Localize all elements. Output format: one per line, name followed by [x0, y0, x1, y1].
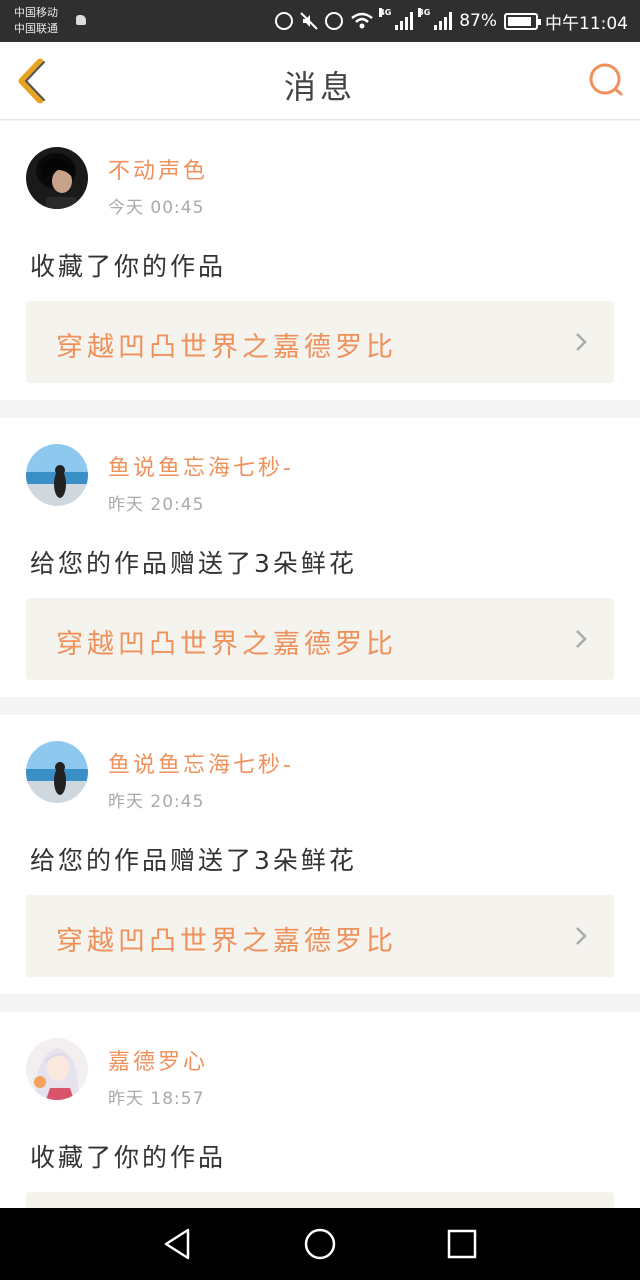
page-title: 消息	[283, 68, 356, 106]
signal-3g-icon: 3G	[418, 8, 453, 30]
work-title: 穿越凹凸世界之嘉德罗比	[56, 926, 397, 957]
username[interactable]: 不动声色	[108, 153, 208, 185]
recents-square-icon[interactable]	[444, 1226, 480, 1262]
username[interactable]: 鱼说鱼忘海七秒-	[108, 747, 294, 779]
message-text: 给您的作品赠送了3朵鲜花	[30, 549, 357, 578]
hand-icon	[76, 15, 86, 25]
timestamp: 昨天 20:45	[108, 792, 205, 812]
message-card: 鱼说鱼忘海七秒- 昨天 20:45 给您的作品赠送了3朵鲜花 穿越凹凸世界之嘉德…	[0, 715, 640, 994]
battery-percent: 87%	[459, 11, 497, 31]
search-icon[interactable]	[586, 60, 626, 100]
avatar[interactable]	[26, 1038, 88, 1100]
home-circle-icon[interactable]	[302, 1226, 338, 1262]
username[interactable]: 鱼说鱼忘海七秒-	[108, 450, 294, 482]
clock: 中午11:04	[545, 13, 628, 34]
timestamp: 昨天 20:45	[108, 495, 205, 515]
work-link[interactable]: 穿越凹凸世界之嘉德罗比	[26, 598, 614, 680]
header: 消息	[0, 42, 640, 120]
network-label-2: 3G	[418, 8, 431, 17]
message-text: 收藏了你的作品	[30, 1143, 227, 1172]
avatar[interactable]	[26, 741, 88, 803]
avatar[interactable]	[26, 444, 88, 506]
message-card: 鱼说鱼忘海七秒- 昨天 20:45 给您的作品赠送了3朵鲜花 穿越凹凸世界之嘉德…	[0, 418, 640, 697]
system-nav-bar	[0, 1208, 640, 1280]
message-text: 收藏了你的作品	[30, 252, 227, 281]
message-list: 不动声色 今天 00:45 收藏了你的作品 穿越凹凸世界之嘉德罗比 鱼说鱼忘海七…	[0, 121, 640, 1280]
data-saver-icon	[275, 12, 294, 30]
battery-icon	[504, 12, 541, 30]
back-triangle-icon[interactable]	[160, 1226, 196, 1262]
signal-4g-icon: 4G	[379, 8, 414, 30]
message-card: 不动声色 今天 00:45 收藏了你的作品 穿越凹凸世界之嘉德罗比	[0, 121, 640, 400]
avatar[interactable]	[26, 147, 88, 209]
alarm-icon	[325, 12, 344, 30]
network-label-1: 4G	[379, 8, 392, 17]
timestamp: 昨天 18:57	[108, 1089, 205, 1109]
status-bar: 中国移动 中国联通 4G 3G 87% 中午11:04	[0, 0, 640, 42]
chevron-right-icon	[576, 630, 587, 648]
carrier-info: 中国移动 中国联通	[14, 5, 58, 37]
carrier-1: 中国移动	[14, 6, 58, 19]
chevron-right-icon	[576, 333, 587, 351]
work-link[interactable]: 穿越凹凸世界之嘉德罗比	[26, 895, 614, 977]
chevron-right-icon	[576, 927, 587, 945]
work-link[interactable]: 穿越凹凸世界之嘉德罗比	[26, 301, 614, 383]
mute-icon	[300, 12, 318, 30]
message-text: 给您的作品赠送了3朵鲜花	[30, 846, 357, 875]
work-title: 穿越凹凸世界之嘉德罗比	[56, 629, 397, 660]
timestamp: 今天 00:45	[108, 198, 205, 218]
carrier-2: 中国联通	[14, 22, 58, 35]
wifi-icon	[351, 12, 373, 29]
work-title: 穿越凹凸世界之嘉德罗比	[56, 332, 397, 363]
username[interactable]: 嘉德罗心	[108, 1044, 208, 1076]
